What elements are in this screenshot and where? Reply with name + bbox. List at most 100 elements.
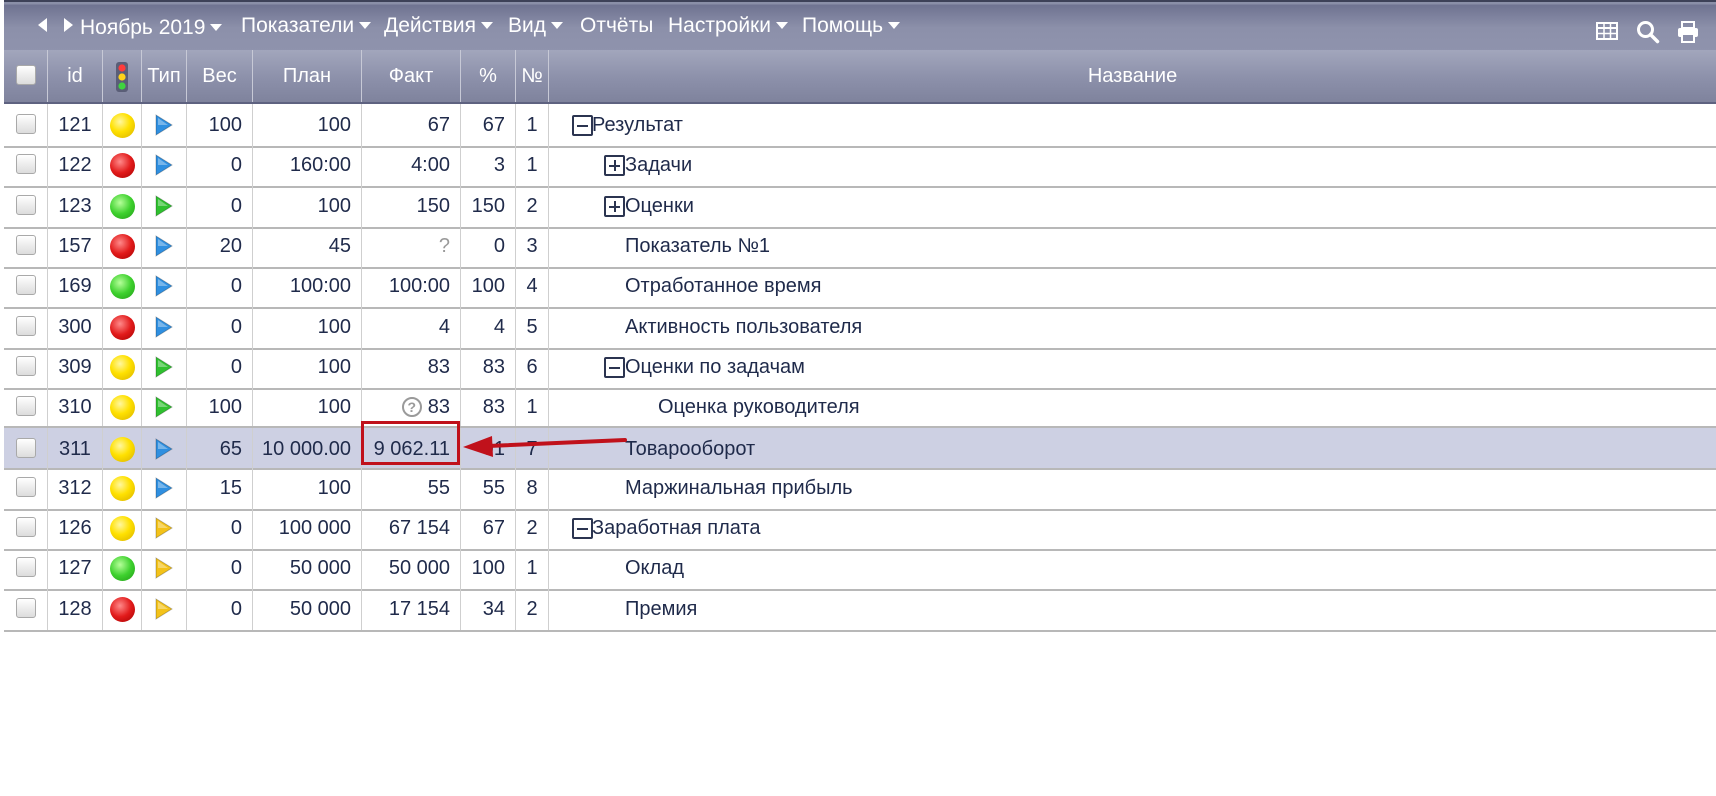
tree-collapse-icon[interactable] [572, 115, 593, 136]
header-status[interactable] [103, 50, 142, 102]
row-name[interactable]: Маржинальная прибыль [625, 467, 853, 509]
header-weight[interactable]: Вес [187, 50, 253, 102]
table-row[interactable]: 123 0 100 150 150 2 Оценки [4, 185, 1716, 229]
status-green-icon [110, 194, 135, 219]
cell-type [142, 346, 187, 388]
cell-id: 126 [48, 507, 103, 549]
tree-expand-icon[interactable] [604, 196, 625, 217]
cell-status [103, 428, 142, 470]
table-row[interactable]: 309 0 100 83 83 6 Оценки по задачам [4, 346, 1716, 390]
search-icon[interactable] [1636, 20, 1660, 44]
row-checkbox[interactable] [16, 154, 36, 174]
cell-type [142, 588, 187, 630]
cell-type [142, 467, 187, 509]
row-checkbox[interactable] [16, 275, 36, 295]
cell-percent: 3 [461, 144, 516, 186]
prev-period-icon[interactable] [38, 18, 47, 32]
row-name[interactable]: Оценка руководителя [658, 386, 860, 428]
row-name[interactable]: Задачи [625, 144, 692, 186]
row-checkbox[interactable] [16, 356, 36, 376]
cell-fact: 67 154 [362, 507, 461, 549]
table-row[interactable]: 312 15 100 55 55 8 Маржинальная прибыль [4, 467, 1716, 511]
menu-indicators[interactable]: Показатели [241, 12, 372, 40]
table-row[interactable]: 127 0 50 000 50 000 100 1 Оклад [4, 547, 1716, 591]
row-checkbox[interactable] [16, 316, 36, 336]
question-circle-icon[interactable]: ? [401, 397, 422, 417]
row-name[interactable]: Результат [592, 104, 683, 146]
cell-num: 2 [516, 507, 549, 549]
row-checkbox[interactable] [16, 438, 36, 458]
header-percent[interactable]: % [461, 50, 516, 102]
row-checkbox[interactable] [16, 114, 36, 134]
cell-id: 310 [48, 386, 103, 428]
row-name[interactable]: Товарооборот [625, 428, 755, 470]
table-row[interactable]: 126 0 100 000 67 154 67 2 Заработная плата [4, 507, 1716, 551]
table-icon[interactable] [1596, 22, 1618, 40]
cell-status [103, 104, 142, 146]
tree-expand-icon[interactable] [604, 155, 625, 176]
row-checkbox[interactable] [16, 235, 36, 255]
cell-status [103, 507, 142, 549]
menu-reports[interactable]: Отчёты [580, 12, 653, 40]
cell-status [103, 265, 142, 307]
row-select-cell [4, 265, 48, 307]
cell-plan: 45 [253, 225, 362, 267]
table-row[interactable]: 300 0 100 4 4 5 Активность пользователя [4, 306, 1716, 350]
header-num[interactable]: № [516, 50, 549, 102]
cell-plan: 100 [253, 386, 362, 428]
cell-percent: 67 [461, 104, 516, 146]
table-row[interactable]: 121 100 100 67 67 1 Результат [4, 104, 1716, 148]
row-checkbox[interactable] [16, 598, 36, 618]
row-checkbox[interactable] [16, 396, 36, 416]
traffic-light-icon [116, 62, 128, 92]
select-all-checkbox[interactable] [16, 65, 36, 85]
row-name[interactable]: Заработная плата [592, 507, 761, 549]
cell-weight: 100 [187, 386, 253, 428]
cell-type [142, 265, 187, 307]
menu-settings[interactable]: Настройки [668, 12, 788, 40]
table-row[interactable]: 157 20 45? 0 3 Показатель №1 [4, 225, 1716, 269]
cell-plan: 100:00 [253, 265, 362, 307]
row-name[interactable]: Показатель №1 [625, 225, 770, 267]
type-blue-arrow-icon [155, 275, 173, 297]
header-type[interactable]: Тип [142, 50, 187, 102]
type-yellow-arrow-icon [155, 598, 173, 620]
next-period-icon[interactable] [64, 18, 73, 32]
cell-fact: 67 [362, 104, 461, 146]
table-row[interactable]: 311 65 10 000.00 9 062.11 91 7 Товарооборот [4, 426, 1716, 470]
row-checkbox[interactable] [16, 195, 36, 215]
row-name[interactable]: Оценки по задачам [625, 346, 805, 388]
table-row[interactable]: 310 100 100? 83 83 1 Оценка руководителя [4, 386, 1716, 430]
row-name[interactable]: Активность пользователя [625, 306, 862, 348]
row-checkbox[interactable] [16, 557, 36, 577]
menu-view[interactable]: Вид [508, 12, 563, 40]
type-green-arrow-icon [155, 396, 173, 418]
menu-help[interactable]: Помощь [802, 12, 901, 40]
row-checkbox[interactable] [16, 517, 36, 537]
tree-collapse-icon[interactable] [572, 518, 593, 539]
period-dropdown[interactable]: Ноябрь 2019 [80, 14, 223, 42]
tree-collapse-icon[interactable] [604, 357, 625, 378]
cell-fact[interactable]: ? 83 [362, 386, 461, 428]
row-name[interactable]: Премия [625, 588, 697, 630]
row-name[interactable]: Оценки [625, 185, 694, 227]
row-name[interactable]: Отработанное время [625, 265, 822, 307]
table-row[interactable]: 169 0 100:00 100:00 100 4 Отработанное время [4, 265, 1716, 309]
table-row[interactable]: 122 0 160:00 4:00 3 1 Задачи [4, 144, 1716, 188]
cell-name: Премия [549, 588, 1716, 630]
cell-fact[interactable]: ? [362, 225, 461, 267]
status-green-icon [110, 556, 135, 581]
cell-percent: 83 [461, 386, 516, 428]
header-name[interactable]: Название [549, 50, 1716, 102]
type-yellow-arrow-icon [155, 557, 173, 579]
table-row[interactable]: 128 0 50 000 17 154 34 2 Премия [4, 588, 1716, 632]
header-id[interactable]: id [48, 50, 103, 102]
cell-status [103, 144, 142, 186]
print-icon[interactable] [1676, 20, 1700, 44]
header-plan[interactable]: План [253, 50, 362, 102]
header-fact[interactable]: Факт [362, 50, 461, 102]
menu-actions[interactable]: Действия [384, 12, 494, 40]
row-checkbox[interactable] [16, 477, 36, 497]
row-select-cell [4, 104, 48, 146]
row-name[interactable]: Оклад [625, 547, 684, 589]
